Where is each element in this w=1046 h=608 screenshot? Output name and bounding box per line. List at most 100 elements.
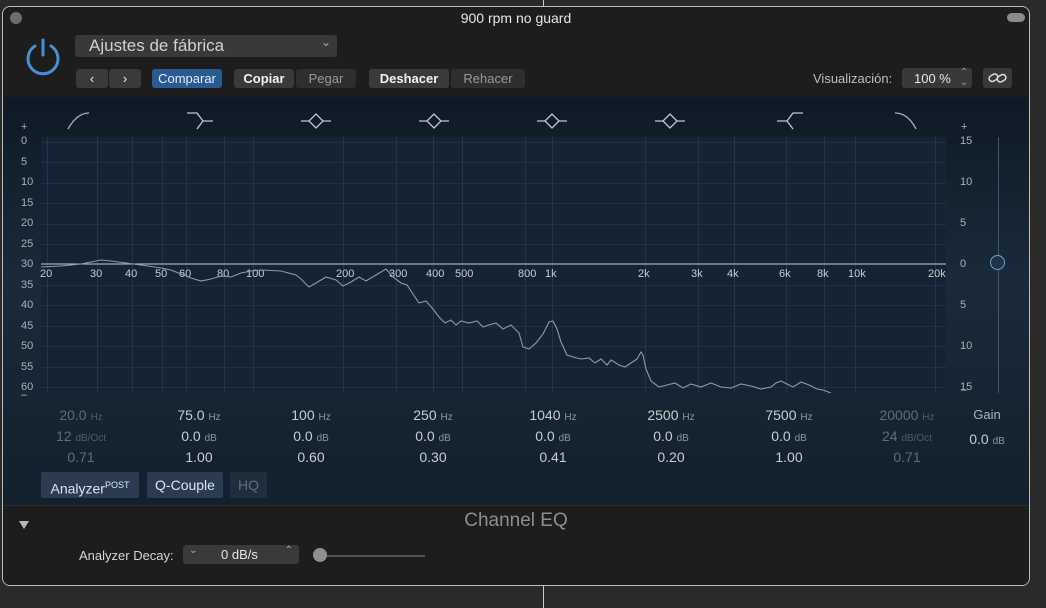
chevron-down-icon[interactable]: ⌄ (189, 545, 197, 556)
analyzer-curve (41, 259, 946, 393)
analyzer-decay-label: Analyzer Decay: (79, 548, 174, 563)
band-gain[interactable]: 24 dB/Oct (852, 428, 962, 444)
right-db-tick: 0 (960, 258, 967, 270)
analyzer-mode-label: POST (104, 480, 130, 490)
right-db-tick: 5 (960, 217, 967, 229)
high-cut-icon[interactable] (894, 112, 917, 130)
band-q[interactable]: 0.60 (256, 449, 366, 465)
band-frequency[interactable]: 20.0 Hz (26, 407, 136, 423)
link-icon (988, 73, 1007, 83)
band-frequency-unit: Hz (440, 412, 453, 423)
paste-button[interactable]: Pegar (296, 69, 356, 88)
preset-dropdown[interactable]: Ajustes de fábrica ⌄ (75, 35, 337, 57)
band-frequency[interactable]: 75.0 Hz (144, 407, 254, 423)
gain-readout[interactable]: 0.0 dB (947, 431, 1027, 447)
band-gain-value: 0.0 (181, 428, 201, 444)
band-gain[interactable]: 0.0 dB (734, 428, 844, 444)
high-shelf-icon[interactable] (777, 112, 803, 130)
bell-band-icon-3[interactable] (537, 113, 567, 129)
band-q[interactable]: 0.71 (26, 449, 136, 465)
band-gain-unit: dB (676, 433, 689, 444)
left-db-tick: 10 (21, 176, 34, 188)
view-zoom-stepper[interactable]: 100 % ⌃ ⌄ (902, 68, 972, 88)
copy-button[interactable]: Copiar (234, 69, 294, 88)
band-gain-value: 0.0 (415, 428, 435, 444)
band-gain[interactable]: 0.0 dB (498, 428, 608, 444)
left-minus-label[interactable]: – (21, 389, 27, 401)
band-q[interactable]: 1.00 (734, 449, 844, 465)
preset-label: Ajustes de fábrica (89, 36, 225, 55)
band-q-value: 0.71 (893, 449, 921, 465)
decay-slider-track[interactable] (321, 555, 425, 557)
band-frequency[interactable]: 2500 Hz (616, 407, 726, 423)
spectrum-trace (41, 259, 832, 393)
band-q-value: 0.71 (67, 449, 95, 465)
band-gain-unit: dB (438, 433, 451, 444)
band-frequency-value: 1040 (529, 407, 561, 423)
eq-band-2: 75.0 Hz 0.0 dB 1.00 (144, 407, 254, 469)
view-zoom-value: 100 % (914, 71, 951, 86)
band-gain-value: 0.0 (293, 428, 313, 444)
band-gain[interactable]: 0.0 dB (378, 428, 488, 444)
band-frequency[interactable]: 100 Hz (256, 407, 366, 423)
chevron-up-icon[interactable]: ⌃ (285, 545, 293, 556)
bell-band-icon-1[interactable] (301, 113, 331, 129)
band-frequency-unit: Hz (564, 412, 577, 423)
band-gain[interactable]: 0.0 dB (616, 428, 726, 444)
decay-slider-knob[interactable] (313, 548, 327, 562)
band-frequency-unit: Hz (682, 412, 695, 423)
band-frequency[interactable]: 7500 Hz (734, 407, 844, 423)
compare-button[interactable]: Comparar (152, 69, 222, 88)
right-db-tick: 5 (960, 299, 967, 311)
undo-button[interactable]: Deshacer (369, 69, 449, 88)
band-frequency-value: 20000 (879, 407, 919, 423)
band-shape-icons (67, 112, 917, 130)
band-frequency-unit: Hz (208, 412, 221, 423)
band-gain[interactable]: 0.0 dB (256, 428, 366, 444)
band-gain[interactable]: 12 dB/Oct (26, 428, 136, 444)
low-cut-icon[interactable] (67, 112, 90, 130)
left-plus-label[interactable]: + (21, 121, 27, 133)
right-plus-label[interactable]: + (961, 121, 967, 133)
band-gain[interactable]: 0.0 dB (144, 428, 254, 444)
window-menu-button[interactable] (1007, 13, 1025, 22)
right-db-tick: 10 (960, 176, 973, 188)
band-frequency-unit: Hz (90, 412, 103, 423)
gain-unit: dB (992, 436, 1005, 447)
bell-band-icon-4[interactable] (655, 113, 685, 129)
band-frequency-unit: Hz (922, 412, 935, 423)
band-gain-value: 24 (881, 428, 898, 444)
low-shelf-icon[interactable] (187, 112, 213, 130)
next-preset-button[interactable]: › (109, 69, 141, 88)
analyzer-decay-stepper[interactable]: ⌄ 0 dB/s ⌃ (183, 545, 299, 564)
band-frequency[interactable]: 1040 Hz (498, 407, 608, 423)
link-button[interactable] (983, 68, 1012, 88)
hq-button[interactable]: HQ (230, 472, 267, 498)
band-q[interactable]: 0.30 (378, 449, 488, 465)
band-q[interactable]: 1.00 (144, 449, 254, 465)
footer-panel: Channel EQ Analyzer Decay: ⌄ 0 dB/s ⌃ (3, 505, 1029, 585)
eq-graph[interactable]: 20 30 40 50 60 80 100 200 300 400 500 800 1k 2k 3k 4k 6k… (40, 137, 946, 393)
band-frequency-unit: Hz (318, 412, 331, 423)
right-minus-label[interactable]: – (961, 384, 967, 396)
band-frequency[interactable]: 250 Hz (378, 407, 488, 423)
left-db-tick: 20 (21, 217, 34, 229)
gain-slider-knob[interactable] (990, 255, 1005, 270)
band-q[interactable]: 0.20 (616, 449, 726, 465)
power-icon[interactable] (23, 37, 63, 77)
left-db-tick: 15 (21, 197, 34, 209)
band-q[interactable]: 0.71 (852, 449, 962, 465)
redo-button[interactable]: Rehacer (451, 69, 525, 88)
q-couple-button[interactable]: Q-Couple (147, 472, 223, 498)
view-label: Visualización: (813, 71, 893, 86)
title-bar: 900 rpm no guard (3, 7, 1029, 29)
analyzer-button[interactable]: AnalyzerPOST (41, 472, 139, 498)
band-gain-value: 12 (55, 428, 72, 444)
bell-band-icon-2[interactable] (419, 113, 449, 129)
band-q[interactable]: 0.41 (498, 449, 608, 465)
left-db-tick: 25 (21, 238, 34, 250)
band-frequency[interactable]: 20000 Hz (852, 407, 962, 423)
gain-label: Gain (973, 407, 1001, 422)
band-gain-unit: dB (558, 433, 571, 444)
previous-preset-button[interactable]: ‹ (76, 69, 108, 88)
